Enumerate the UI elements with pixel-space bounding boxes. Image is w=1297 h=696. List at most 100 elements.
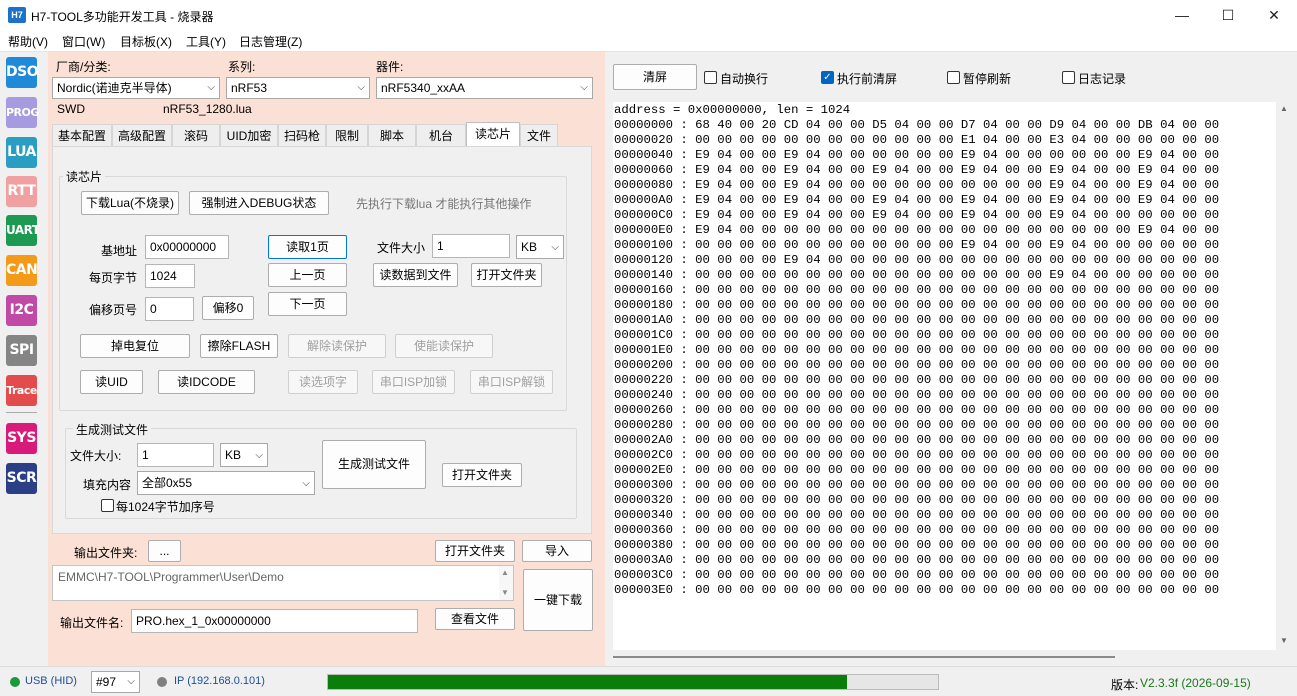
part-select[interactable]: nRF5340_xxAA ⌵ [376,77,593,99]
scroll-down-icon[interactable]: ▼ [501,588,509,597]
sidebar-dso[interactable]: DSO [6,57,39,88]
import-button[interactable]: 导入 [522,540,592,562]
hex-line: 000000C0 : E9 04 00 00 E9 04 00 00 E9 04… [614,208,1220,222]
tab-limits[interactable]: 限制 [326,124,368,146]
output-open-folder-button[interactable]: 打开文件夹 [435,540,515,562]
menu-log[interactable]: 日志管理(Z) [239,33,302,50]
sidebar-divider [6,412,37,413]
hex-line: 000001A0 : 00 00 00 00 00 00 00 00 00 00… [614,313,1220,327]
browse-button[interactable]: ... [148,540,181,562]
path-scrollbar[interactable]: ▲ ▼ [499,566,513,600]
tab-read-chip[interactable]: 读芯片 [466,122,520,146]
hex-output[interactable]: address = 0x00000000, len = 1024 00000000… [613,102,1276,650]
hex-line: 00000040 : E9 04 00 00 E9 04 00 00 00 00… [614,148,1220,162]
output-name-input[interactable]: PRO.hex_1_0x00000000 [131,609,418,633]
auto-wrap-checkbox[interactable] [704,71,717,84]
menu-help[interactable]: 帮助(V) [8,33,48,50]
hex-horizontal-scrollbar[interactable] [613,650,1276,664]
sidebar-sys[interactable]: SYS [6,423,37,454]
sidebar-spi[interactable]: SPI [6,335,37,366]
sidebar-rtt[interactable]: RTT [6,176,37,207]
prev-page-button[interactable]: 上一页 [268,263,347,287]
log-record-checkbox[interactable] [1062,71,1075,84]
force-debug-button[interactable]: 强制进入DEBUG状态 [189,191,329,215]
part-value: nRF5340_xxAA [381,81,466,95]
status-bar: USB (HID) #97 ⌵ IP (192.168.0.101) 版本: V2… [0,666,1297,696]
offset-page-input[interactable]: 0 [145,297,194,321]
tab-advanced[interactable]: 高级配置 [112,124,172,146]
offset0-button[interactable]: 偏移0 [202,296,254,320]
fill-select[interactable]: 全部0x55 ⌵ [137,471,315,495]
sidebar-can[interactable]: CAN [6,255,38,286]
hex-vertical-scrollbar[interactable]: ▲ ▼ [1277,102,1291,650]
series-select[interactable]: nRF53 ⌵ [226,77,370,99]
gen-file-size-input[interactable]: 1 [137,443,214,467]
menu-tools[interactable]: 工具(Y) [186,33,226,50]
tab-machine[interactable]: 机台 [416,124,466,146]
hex-line: 000001E0 : 00 00 00 00 00 00 00 00 00 00… [614,343,1220,357]
hex-line: 00000220 : 00 00 00 00 00 00 00 00 00 00… [614,373,1220,387]
read-file-size-unit[interactable]: KB ⌵ [516,235,564,259]
hex-header-line: address = 0x00000000, len = 1024 [614,103,851,117]
one-click-download-button[interactable]: 一键下载 [523,569,593,631]
read-idcode-button[interactable]: 读IDCODE [158,370,255,394]
scroll-up-icon[interactable]: ▲ [501,568,509,577]
protect-button[interactable]: 使能读保护 [395,334,493,358]
gen-file-size-unit[interactable]: KB ⌵ [220,443,268,467]
hscroll-thumb[interactable] [613,656,1115,658]
gen-open-folder-button[interactable]: 打开文件夹 [442,463,522,487]
scroll-up-icon[interactable]: ▲ [1280,104,1288,113]
sidebar-i2c[interactable]: I2C [6,295,37,326]
tab-uid-encrypt[interactable]: UID加密 [220,124,278,146]
power-reset-button[interactable]: 掉电复位 [80,334,190,358]
isp-lock-button[interactable]: 串口ISP加锁 [372,370,455,394]
download-lua-button[interactable]: 下载Lua(不烧录) [81,191,179,215]
tab-scanner[interactable]: 扫码枪 [278,124,326,146]
chevron-down-icon: ⌵ [127,676,135,687]
clear-screen-button[interactable]: 清屏 [613,64,697,90]
read-uid-button[interactable]: 读UID [80,370,143,394]
chevron-down-icon: ⌵ [207,82,215,93]
unprotect-button[interactable]: 解除读保护 [288,334,386,358]
vendor-select[interactable]: Nordic(诺迪克半导体) ⌵ [52,77,220,99]
tab-script[interactable]: 脚本 [368,124,416,146]
hex-line: 000002C0 : 00 00 00 00 00 00 00 00 00 00… [614,448,1220,462]
close-button[interactable]: ✕ [1251,0,1297,30]
pause-refresh-checkbox[interactable] [947,71,960,84]
sidebar-prog[interactable]: PROG [6,97,39,128]
hex-line: 000002A0 : 00 00 00 00 00 00 00 00 00 00… [614,433,1220,447]
hex-line: 00000300 : 00 00 00 00 00 00 00 00 00 00… [614,478,1220,492]
sidebar-scr[interactable]: SCR [6,463,37,494]
sidebar-uart[interactable]: UART [6,215,40,246]
menu-window[interactable]: 窗口(W) [62,33,105,50]
seq-checkbox[interactable] [101,499,114,512]
maximize-button[interactable]: ☐ [1205,0,1251,30]
hex-line: 00000340 : 00 00 00 00 00 00 00 00 00 00… [614,508,1220,522]
output-path-box[interactable]: EMMC\H7-TOOL\Programmer\User\Demo ▲ ▼ [52,565,514,601]
usb-status: USB (HID) [25,675,77,687]
scroll-down-icon[interactable]: ▼ [1280,636,1288,645]
sidebar-trace[interactable]: Trace [6,375,37,406]
gen-test-button[interactable]: 生成测试文件 [322,440,426,489]
read-to-file-button[interactable]: 读数据到文件 [373,263,458,287]
read-page-button[interactable]: 读取1页 [268,235,347,259]
sidebar-lua[interactable]: LUA [6,137,37,168]
tab-file[interactable]: 文件 [520,124,558,146]
clear-before-checkbox[interactable]: ✓ [821,71,834,84]
tab-rolling-code[interactable]: 滚码 [172,124,220,146]
minimize-button[interactable]: — [1159,0,1205,30]
erase-flash-button[interactable]: 擦除FLASH [200,334,278,358]
device-number-select[interactable]: #97 ⌵ [91,671,140,693]
base-addr-input[interactable]: 0x00000000 [145,235,229,259]
isp-unlock-button[interactable]: 串口ISP解锁 [470,370,553,394]
read-file-size-input[interactable]: 1 [432,234,510,258]
menu-target[interactable]: 目标板(X) [120,33,172,50]
read-option-button[interactable]: 读选项字 [288,370,358,394]
read-open-folder-button[interactable]: 打开文件夹 [471,263,542,287]
gen-test-group-title: 生成测试文件 [73,421,152,438]
next-page-button[interactable]: 下一页 [268,292,347,316]
page-bytes-input[interactable]: 1024 [145,264,195,288]
tab-basic[interactable]: 基本配置 [52,124,112,146]
hex-line: 00000280 : 00 00 00 00 00 00 00 00 00 00… [614,418,1220,432]
view-file-button[interactable]: 查看文件 [435,608,515,630]
